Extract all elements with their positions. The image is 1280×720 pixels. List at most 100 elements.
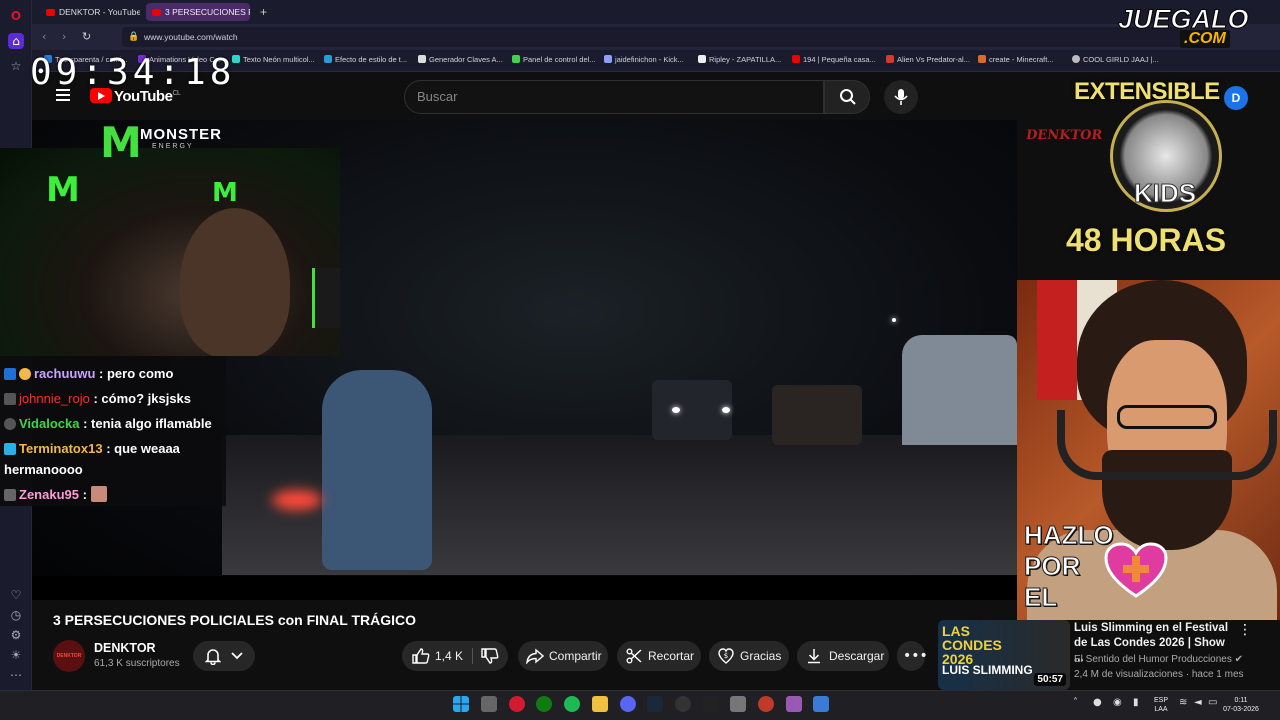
- recommended-thumbnail[interactable]: LAS CONDES 2026 LUIS SLIMMING 50:57: [938, 620, 1070, 690]
- bookmark[interactable]: create - Minecraft...: [978, 55, 1054, 64]
- history-icon[interactable]: ◷: [8, 607, 24, 623]
- file-explorer-icon[interactable]: [592, 696, 608, 712]
- hazlo-por-el-text: HAZLO POR EL: [1024, 520, 1115, 613]
- youtube-favicon-icon: [46, 9, 55, 16]
- steam-icon[interactable]: [647, 696, 663, 712]
- recommended-channel[interactable]: El Sentido del Humor Producciones ✔: [1074, 654, 1243, 665]
- dislike-button[interactable]: [474, 641, 508, 671]
- share-button[interactable]: Compartir: [518, 641, 608, 671]
- app-icon[interactable]: [758, 696, 774, 712]
- search-input[interactable]: Buscar: [404, 80, 824, 114]
- wifi-icon[interactable]: ≋: [1179, 697, 1187, 708]
- input-language[interactable]: ESP LAA: [1150, 696, 1172, 714]
- bookmark-icon: [792, 55, 800, 63]
- obs-icon[interactable]: [675, 696, 691, 712]
- bulb-icon[interactable]: ☀: [8, 647, 24, 663]
- bookmark-icon: [604, 55, 612, 63]
- capcut-icon[interactable]: [703, 696, 719, 712]
- home-icon[interactable]: ⌂: [8, 33, 24, 49]
- subscription-bell-button[interactable]: [193, 641, 255, 671]
- bookmark[interactable]: jaidefinichon - Kick...: [604, 55, 684, 64]
- tab-video[interactable]: 3 PERSECUCIONES PC: [146, 3, 250, 21]
- opera-gx-icon[interactable]: [509, 696, 525, 712]
- steam-tray-icon[interactable]: ◉: [1113, 697, 1122, 708]
- super-thanks-icon: $: [718, 648, 734, 664]
- thanks-button[interactable]: $ Gracias: [709, 641, 789, 671]
- back-icon[interactable]: ‹: [42, 30, 46, 43]
- chevron-up-icon[interactable]: ˄: [1073, 697, 1078, 708]
- channel-name[interactable]: DENKTOR: [94, 641, 156, 655]
- verified-icon: ✔: [1234, 654, 1244, 665]
- more-icon[interactable]: ⋯: [8, 667, 24, 683]
- app-tray-icon[interactable]: ●: [1093, 697, 1102, 708]
- video-rider: [322, 370, 432, 570]
- peru-flag: [1037, 280, 1077, 400]
- bookmark-icon: [418, 55, 426, 63]
- channel-avatar[interactable]: DENKTOR: [53, 640, 85, 672]
- heart-icon[interactable]: ♡: [8, 587, 24, 603]
- bookmark[interactable]: 194 | Pequeña casa...: [792, 55, 876, 64]
- bookmark-icon: [978, 55, 986, 63]
- mic-tray-icon[interactable]: ▮: [1133, 697, 1139, 708]
- recommended-more-icon[interactable]: ⋮: [1238, 622, 1252, 638]
- battery-icon[interactable]: ▭: [1208, 697, 1217, 708]
- bell-icon: [205, 649, 221, 665]
- reload-icon[interactable]: ↻: [82, 30, 91, 43]
- more-actions-button[interactable]: •••: [897, 641, 928, 671]
- mic-icon: [894, 89, 908, 105]
- bookmark[interactable]: Panel de control del...: [512, 55, 596, 64]
- forward-icon[interactable]: ›: [62, 30, 66, 43]
- new-tab-button[interactable]: +: [256, 3, 274, 21]
- settings-icon[interactable]: ⚙: [8, 627, 24, 643]
- thumbs-down-icon: [481, 648, 499, 664]
- bookmark[interactable]: Texto Neón multicol...: [232, 55, 315, 64]
- thumbs-up-icon: [412, 648, 430, 664]
- chat-message: Vidalocka : tenia algo iflamable: [4, 416, 212, 431]
- bookmark[interactable]: Ripley - ZAPATILLA...: [698, 55, 781, 64]
- monster-energy-logo: M MONSTER ENERGY: [100, 118, 222, 167]
- voice-search-button[interactable]: [884, 80, 918, 114]
- url-field[interactable]: 🔒 www.youtube.com/watch: [122, 27, 1182, 47]
- scissors-icon: [626, 648, 642, 664]
- bookmark[interactable]: Alien Vs Predator-al...: [886, 55, 970, 64]
- app-icon[interactable]: [786, 696, 802, 712]
- clip-button[interactable]: Recortar: [617, 641, 701, 671]
- screen: O ⌂ ☆ ♡ ◷ ⚙ ☀ ⋯ DENKTOR - YouTube 3 PERS…: [0, 0, 1280, 720]
- video-headlight: [672, 407, 680, 413]
- chat-message: Terminatox13 : que weaaa: [4, 441, 180, 456]
- like-button[interactable]: 1,4 K: [402, 641, 468, 671]
- video-van: [902, 335, 1017, 445]
- bookmark[interactable]: COOL GIRLD JAAJ |...: [1072, 55, 1159, 64]
- video-headlight: [722, 407, 730, 413]
- tab-denktor[interactable]: DENKTOR - YouTube: [40, 3, 140, 21]
- youtube-favicon-icon: [152, 9, 161, 16]
- download-button[interactable]: Descargar: [797, 641, 889, 671]
- volume-icon[interactable]: ◄: [1194, 697, 1202, 708]
- opera-logo-icon[interactable]: O: [8, 8, 24, 24]
- download-icon: [808, 649, 820, 664]
- account-avatar[interactable]: D: [1224, 86, 1248, 110]
- subscriber-count: 61,3 K suscriptores: [94, 658, 180, 669]
- task-view-icon[interactable]: [481, 696, 497, 712]
- search-button[interactable]: [824, 80, 870, 114]
- streamer-face: [180, 208, 290, 356]
- monster-claw-icon: M: [100, 118, 142, 167]
- video-letterbox: [32, 576, 1017, 600]
- bookmark[interactable]: Efecto de estilo de t...: [324, 55, 407, 64]
- xbox-icon[interactable]: [536, 696, 552, 712]
- minecraft-icon[interactable]: [730, 696, 746, 712]
- pin-icon[interactable]: ☆: [8, 58, 24, 74]
- webcam-overlay: M M: [0, 148, 340, 356]
- windows-start-icon[interactable]: [453, 696, 469, 712]
- notepad-icon[interactable]: [813, 696, 829, 712]
- bookmark[interactable]: Generador Claves A...: [418, 55, 503, 64]
- chat-username: Terminatox13: [19, 441, 103, 456]
- more-horizontal-icon: •••: [903, 648, 928, 664]
- stream-chat: rachuuwu : pero como johnnie_rojo : cómo…: [0, 356, 226, 506]
- system-clock[interactable]: 0:11 07-03-2026: [1222, 696, 1260, 714]
- video-streetlight: [892, 318, 896, 322]
- badge-icon: [4, 393, 16, 405]
- badge-icon: [4, 489, 16, 501]
- spotify-icon[interactable]: [564, 696, 580, 712]
- discord-icon[interactable]: [620, 696, 636, 712]
